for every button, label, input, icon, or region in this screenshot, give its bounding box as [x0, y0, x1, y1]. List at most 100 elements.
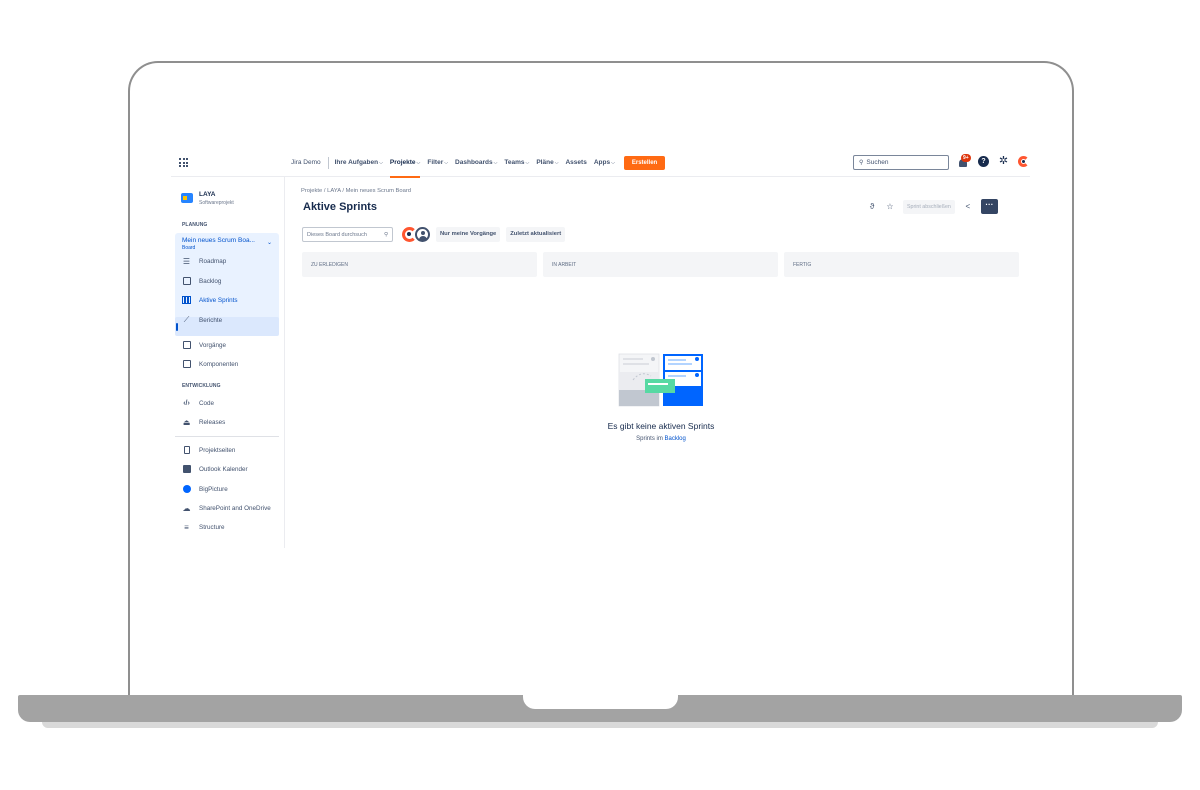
sidebar-item-components[interactable]: Komponenten	[182, 358, 238, 370]
nav-plans[interactable]: Pläne⌵	[536, 157, 558, 169]
chevron-down-icon: ⌵	[416, 160, 421, 166]
nav-dashboards[interactable]: Dashboards⌵	[455, 157, 497, 169]
app-switcher-icon[interactable]	[179, 158, 188, 167]
board-selector[interactable]: Mein neues Scrum Boa...	[182, 237, 255, 245]
chevron-down-icon: ⌵	[554, 160, 559, 166]
chevron-down-icon: ⌵	[493, 160, 498, 166]
board-columns-icon	[182, 296, 191, 305]
sidebar-item-project-pages[interactable]: Projektseiten	[182, 444, 235, 456]
nav-items: Jira Demo Ihre Aufgaben⌵ Projekte⌵ Filte…	[291, 156, 666, 178]
recently-updated-filter[interactable]: Zuletzt aktualisiert	[506, 227, 566, 242]
chevron-down-icon[interactable]: ⌄	[267, 239, 272, 246]
project-name: LAYA	[199, 191, 216, 198]
search-icon: ⚲	[383, 231, 388, 238]
sidebar-divider	[175, 436, 279, 437]
sidebar-item-issues[interactable]: Vorgänge	[182, 339, 226, 351]
structure-icon: ≡	[184, 522, 189, 532]
empty-state-subtitle: Sprints im Backlog	[561, 436, 761, 442]
sidebar-item-label: Releases	[199, 418, 226, 426]
project-sidebar: LAYA Softwareprojekt PLANUNG Mein neues …	[171, 177, 285, 548]
reports-icon: ⟋	[183, 315, 190, 324]
sidebar-item-label: Projektseiten	[199, 446, 236, 454]
board-columns: ZU ERLEDIGEN IN ARBEIT FERTIG	[302, 252, 1019, 277]
star-icon[interactable]: ☆	[885, 202, 895, 211]
active-item-indicator	[176, 323, 178, 331]
project-avatar	[181, 193, 193, 203]
laptop-base-shadow	[42, 722, 1158, 728]
sidebar-item-label: Komponenten	[199, 360, 239, 368]
sidebar-item-reports[interactable]: ⟋ Berichte	[182, 314, 222, 326]
jira-screen: Jira Demo Ihre Aufgaben⌵ Projekte⌵ Filte…	[171, 148, 1030, 548]
sidebar-item-outlook-calendar[interactable]: Outlook Kalender	[182, 463, 248, 475]
backlog-link[interactable]: Backlog	[664, 436, 685, 442]
nav-teams[interactable]: Teams⌵	[504, 157, 529, 169]
code-icon: ‹/›	[183, 399, 190, 407]
search-icon: ⚲	[859, 160, 864, 166]
sidebar-item-label: Aktive Sprints	[199, 296, 238, 304]
bigpicture-icon	[182, 485, 191, 494]
empty-board-illustration	[618, 353, 703, 407]
create-button[interactable]: Erstellen	[623, 156, 666, 170]
ship-icon: ⏏	[182, 417, 191, 427]
sidebar-item-label: SharePoint and OneDrive	[199, 504, 271, 512]
section-planning-label: PLANUNG	[182, 222, 208, 228]
sidebar-item-releases[interactable]: ⏏ Releases	[182, 416, 226, 428]
sidebar-item-sharepoint[interactable]: ☁ SharePoint and OneDrive	[182, 502, 271, 514]
sidebar-item-structure[interactable]: ≡ Structure	[182, 521, 224, 533]
sidebar-item-bigpicture[interactable]: BigPicture	[182, 483, 228, 495]
nav-right-actions: 9+ ? ✲	[957, 154, 1029, 168]
board-search-input[interactable]: Dieses Board durchsuch ⚲	[302, 227, 393, 242]
chevron-down-icon: ⌵	[611, 160, 615, 166]
page-title: Aktive Sprints	[303, 201, 377, 213]
sidebar-item-label: Outlook Kalender	[199, 465, 248, 473]
profile-avatar[interactable]	[1018, 155, 1029, 167]
lightning-icon[interactable]: ϑ	[867, 202, 877, 211]
section-development-label: ENTWICKLUNG	[182, 383, 221, 389]
help-icon[interactable]: ?	[978, 155, 989, 167]
page-icon	[182, 446, 191, 455]
nav-apps[interactable]: Apps⌵	[594, 157, 615, 169]
outlook-icon	[182, 465, 191, 474]
nav-assets[interactable]: Assets	[565, 157, 586, 169]
breadcrumb[interactable]: Projekte / LAYA / Mein neues Scrum Board	[301, 188, 411, 194]
column-done: FERTIG	[784, 252, 1019, 277]
share-icon[interactable]: <	[963, 202, 973, 211]
nav-projects[interactable]: Projekte⌵	[389, 157, 421, 178]
chevron-down-icon: ⌵	[379, 160, 383, 166]
components-icon	[182, 360, 191, 369]
gear-icon[interactable]: ✲	[998, 155, 1009, 167]
nav-home-link[interactable]: Jira Demo	[291, 157, 329, 169]
nav-your-work[interactable]: Ihre Aufgaben⌵	[335, 157, 383, 169]
sidebar-item-label: Roadmap	[199, 257, 227, 265]
user-icon[interactable]	[415, 227, 430, 242]
notifications-button[interactable]: 9+	[957, 154, 971, 168]
sidebar-item-label: Backlog	[199, 277, 222, 285]
notifications-badge: 9+	[961, 154, 971, 162]
column-in-progress: IN ARBEIT	[543, 252, 778, 277]
only-my-issues-filter[interactable]: Nur meine Vorgänge	[436, 227, 501, 242]
roadmap-icon: ☰	[182, 256, 191, 266]
main-content: Projekte / LAYA / Mein neues Scrum Board…	[301, 177, 1021, 548]
global-search-input[interactable]: ⚲ Suchen	[853, 155, 949, 170]
nav-filters[interactable]: Filter⌵	[427, 157, 448, 169]
top-navigation: Jira Demo Ihre Aufgaben⌵ Projekte⌵ Filte…	[171, 148, 1030, 178]
more-actions-button[interactable]: ···	[980, 199, 998, 214]
sidebar-item-roadmap[interactable]: ☰ Roadmap	[182, 255, 226, 267]
sidebar-item-label: Vorgänge	[199, 341, 226, 349]
sidebar-item-label: Code	[199, 399, 215, 407]
assignee-avatars	[402, 227, 430, 242]
board-search-placeholder: Dieses Board durchsuch	[307, 231, 367, 238]
board-type: Board	[182, 245, 196, 251]
column-todo: ZU ERLEDIGEN	[302, 252, 537, 277]
sidebar-item-active-sprints[interactable]: Aktive Sprints	[182, 294, 238, 306]
chevron-down-icon: ⌵	[444, 160, 449, 166]
project-header[interactable]: LAYA Softwareprojekt	[181, 191, 234, 207]
board-toolbar: Dieses Board durchsuch ⚲ Nur meine Vorgä…	[302, 227, 566, 242]
sidebar-item-code[interactable]: ‹/› Code	[182, 397, 214, 409]
cloud-icon: ☁	[182, 503, 191, 513]
project-type: Softwareprojekt	[199, 200, 234, 206]
sidebar-item-backlog[interactable]: Backlog	[182, 275, 221, 287]
chevron-down-icon: ⌵	[525, 160, 530, 166]
issues-icon	[182, 341, 191, 350]
complete-sprint-button[interactable]: Sprint abschließen	[903, 199, 955, 214]
